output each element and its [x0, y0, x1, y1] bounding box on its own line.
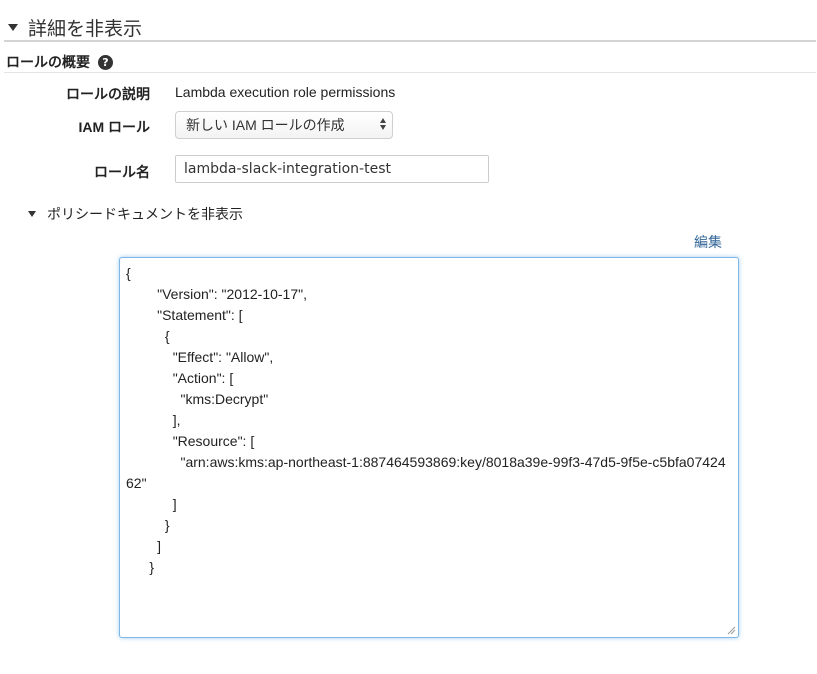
edit-policy-link[interactable]: 編集 [694, 232, 722, 252]
role-overview-title: ロールの概要 [6, 54, 90, 70]
section-title: 詳細を非表示 [28, 19, 143, 40]
resize-grip-icon[interactable] [727, 626, 736, 635]
policy-document-text[interactable]: { "Version": "2012-10-17", "Statement": … [120, 258, 738, 583]
hide-details-toggle[interactable]: 詳細を非表示 [6, 14, 142, 41]
select-arrows-icon [380, 118, 386, 130]
policy-document-editor[interactable]: { "Version": "2012-10-17", "Statement": … [119, 257, 739, 638]
role-settings-page: 詳細を非表示 ロールの概要 ? ロールの説明 Lambda execution … [0, 0, 817, 674]
subsection-divider [4, 72, 816, 73]
policy-toggle-label: ポリシードキュメントを非表示 [47, 206, 243, 222]
hide-policy-document-toggle[interactable]: ポリシードキュメントを非表示 [28, 204, 243, 224]
role-overview-header: ロールの概要 ? [6, 52, 113, 72]
role-name-label: ロール名 [94, 164, 150, 180]
iam-role-label: IAM ロール [78, 119, 150, 135]
caret-down-icon [8, 24, 18, 31]
role-description-label: ロールの説明 [66, 86, 150, 102]
role-name-input[interactable] [175, 155, 489, 183]
section-divider [4, 40, 816, 42]
iam-role-selected-value: 新しい IAM ロールの作成 [186, 117, 345, 133]
question-circle-icon[interactable]: ? [98, 54, 113, 70]
iam-role-select[interactable]: 新しい IAM ロールの作成 [175, 111, 393, 139]
caret-down-icon [28, 211, 36, 217]
role-description-value: Lambda execution role permissions [175, 84, 396, 100]
